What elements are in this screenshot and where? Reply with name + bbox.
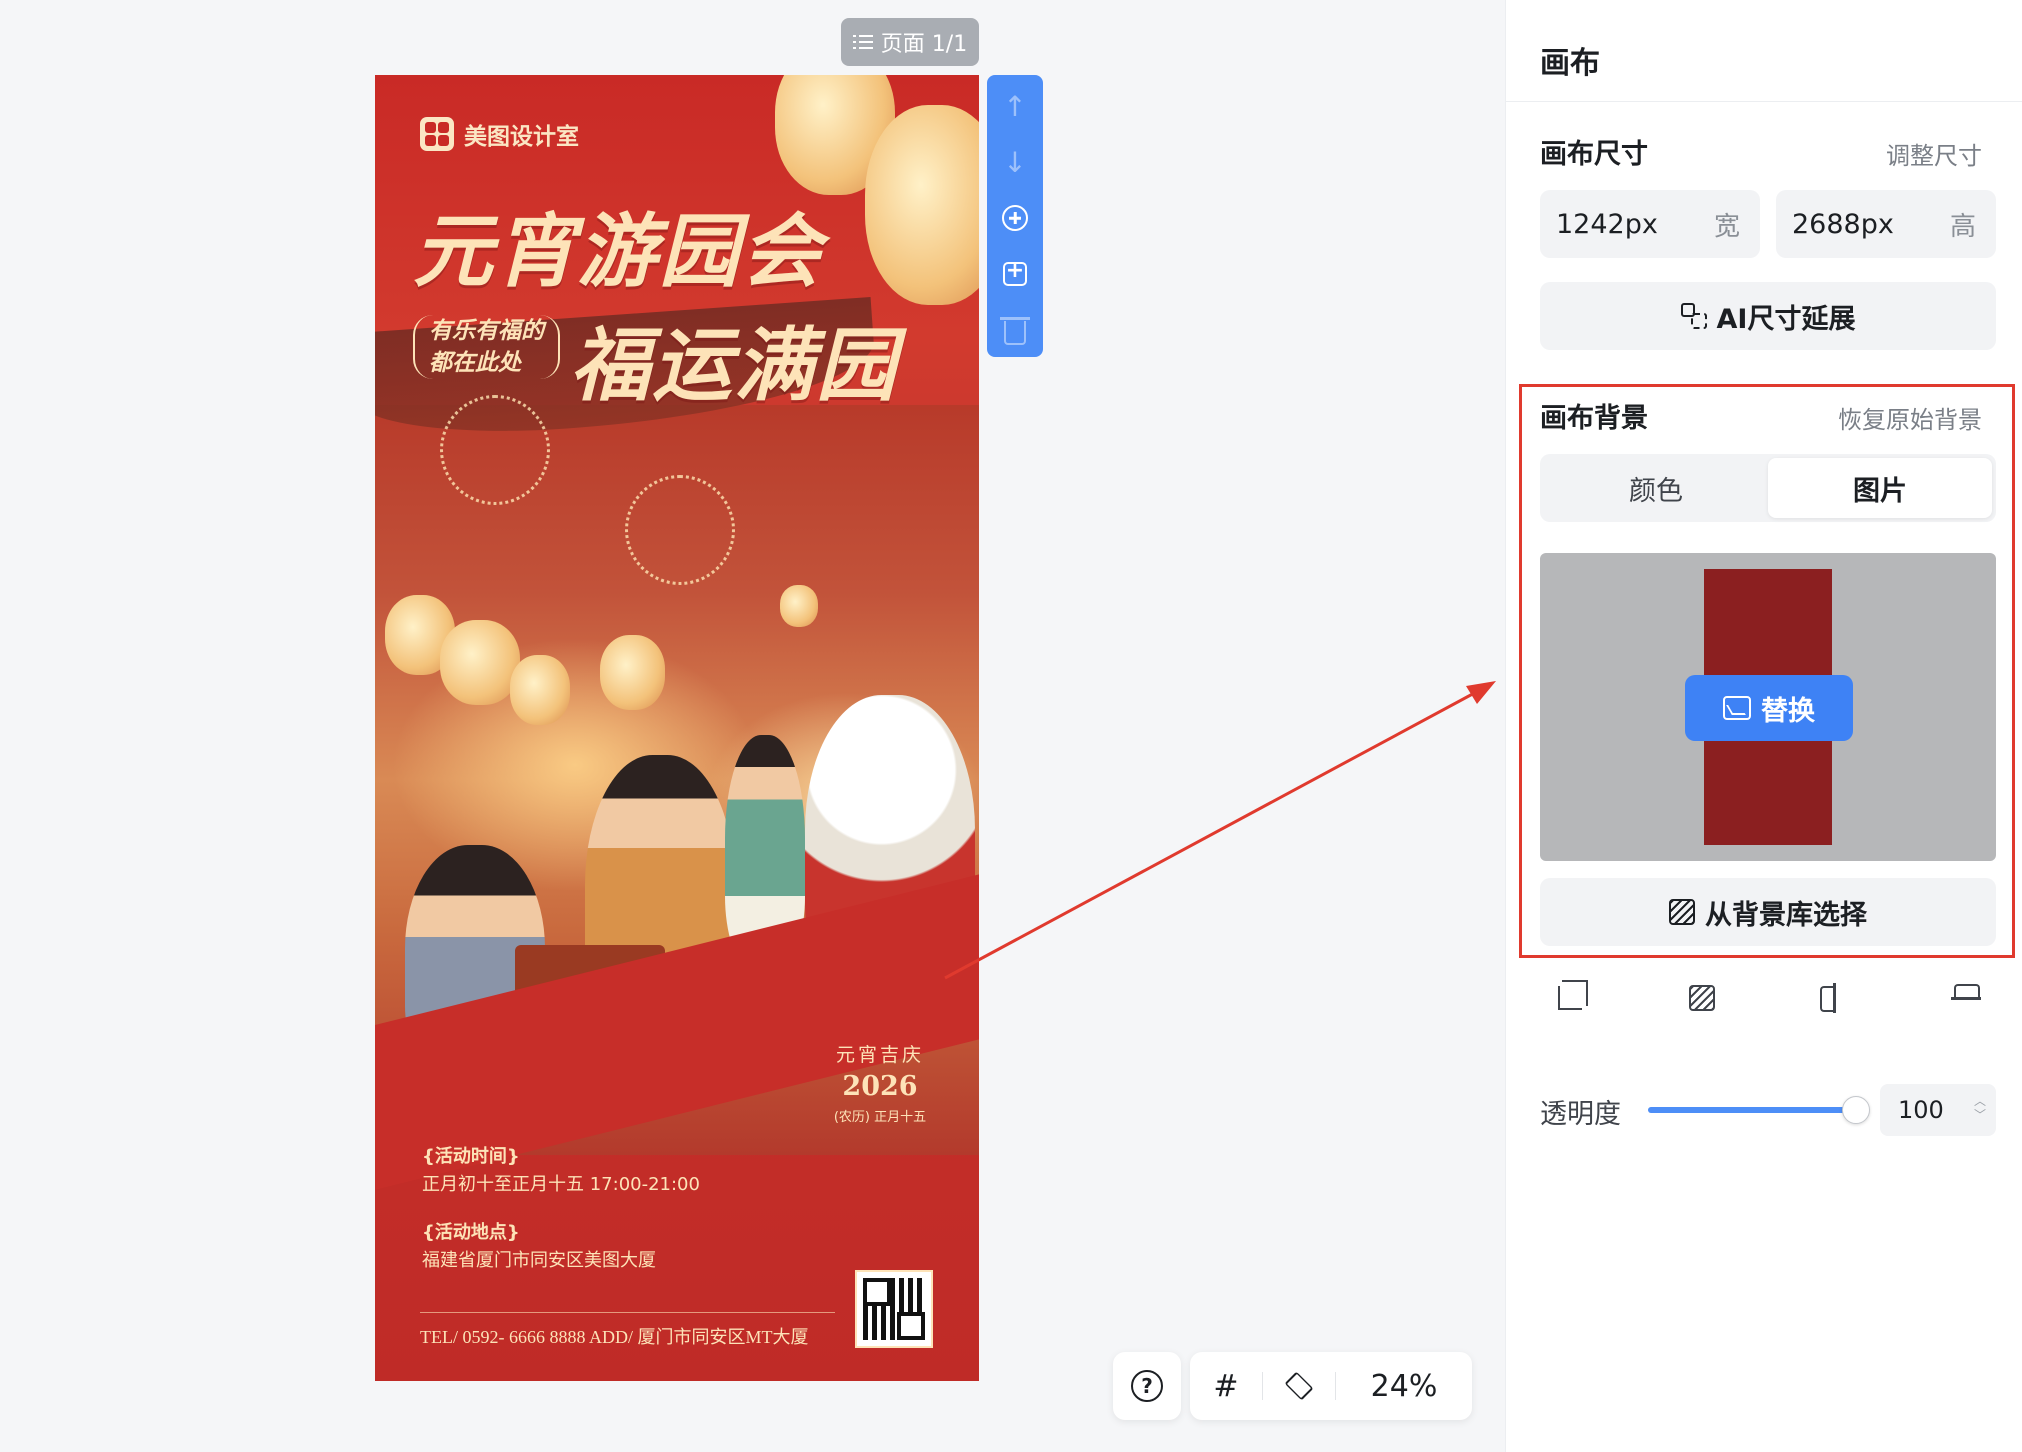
poster-canvas[interactable]: 美图设计室 元宵游园会 有乐有福的 都在此处 福运满园 元宵吉庆 2026 (农… [375, 75, 979, 1381]
texture-button[interactable] [1682, 978, 1722, 1018]
lantern-illustration [780, 585, 818, 627]
poster-title-2: 福运满园 [570, 318, 898, 412]
width-value: 1242px [1556, 208, 1658, 240]
layers-icon [1284, 1371, 1314, 1401]
event-time-heading: {活动时间} [422, 1146, 520, 1167]
opacity-label: 透明度 [1540, 1099, 1621, 1130]
subtitle-line-2: 都在此处 [429, 349, 521, 376]
duplicate-icon[interactable] [995, 253, 1035, 295]
brand-logo: 美图设计室 [420, 117, 579, 151]
zoom-level[interactable]: 24% [1336, 1352, 1472, 1420]
event-time-value: 正月初十至正月十五 17:00-21:00 [422, 1174, 700, 1195]
lantern-illustration [600, 635, 665, 710]
crop-icon [1558, 980, 1588, 1010]
ai-resize-label: AI尺寸延展 [1716, 303, 1856, 335]
opacity-slider-handle[interactable] [1842, 1096, 1870, 1124]
brand-name: 美图设计室 [464, 124, 579, 150]
help-icon: ? [1131, 1370, 1163, 1402]
poster-footer: TEL/ 0592- 6666 8888 ADD/ 厦门市同安区MT大厦 [420, 1327, 809, 1347]
event-place-block: {活动地点} 福建省厦门市同安区美图大厦 [422, 1219, 656, 1275]
event-time-block: {活动时间} 正月初十至正月十五 17:00-21:00 [422, 1143, 700, 1199]
firework-illustration [440, 395, 550, 505]
poster-title: 元宵游园会 [413, 204, 823, 298]
opacity-slider-fill [1648, 1107, 1856, 1113]
lantern-illustration [510, 655, 570, 725]
grid-icon[interactable]: # [1190, 1352, 1262, 1420]
width-field[interactable]: 1242px 宽 [1540, 190, 1760, 258]
brand-icon [420, 117, 454, 151]
ai-resize-button[interactable]: AI尺寸延展 [1540, 282, 1996, 350]
highlight-box [1519, 384, 2015, 958]
trash-icon[interactable] [995, 309, 1035, 351]
festival-year: 2026 [842, 1071, 918, 1102]
texture-icon [1689, 985, 1715, 1011]
resize-link[interactable]: 调整尺寸 [1886, 136, 1982, 171]
image-tools-row [1540, 978, 1996, 1018]
page-indicator[interactable]: 页面 1/1 [841, 18, 979, 66]
firework-illustration [625, 475, 735, 585]
qr-code [855, 1270, 933, 1348]
opacity-value: 100 [1898, 1096, 1944, 1124]
help-button[interactable]: ? [1113, 1352, 1181, 1420]
festival-seal: 元宵吉庆 [835, 1044, 924, 1066]
stepper-icon[interactable]: ︿ ﹀ [1974, 1094, 1986, 1122]
ai-resize-icon [1680, 303, 1707, 329]
poster-subtitle: 有乐有福的 都在此处 [413, 315, 560, 379]
opacity-input[interactable]: 100 ︿ ﹀ [1880, 1084, 1996, 1136]
page-toolbar: ↑ ↓ [987, 75, 1043, 357]
flip-horizontal-button[interactable] [1814, 978, 1854, 1018]
event-place-value: 福建省厦门市同安区美图大厦 [422, 1250, 656, 1271]
opacity-slider[interactable] [1648, 1096, 1870, 1124]
size-section-title: 画布尺寸 [1540, 139, 1648, 170]
height-value: 2688px [1792, 208, 1894, 240]
page-indicator-label: 页面 1/1 [880, 32, 968, 57]
layers-button[interactable] [1263, 1352, 1335, 1420]
width-unit: 宽 [1713, 211, 1740, 242]
height-field[interactable]: 2688px 高 [1776, 190, 1996, 258]
arrow-up-icon[interactable]: ↑ [995, 85, 1035, 127]
subtitle-line-1: 有乐有福的 [429, 317, 544, 344]
festival-date: (农历) 正月十五 [833, 1110, 927, 1125]
add-page-icon[interactable] [995, 197, 1035, 239]
list-icon [852, 33, 873, 51]
flip-vertical-icon [1951, 984, 1981, 1012]
lantern-illustration [865, 105, 979, 305]
event-place-heading: {活动地点} [422, 1222, 520, 1243]
panel-title: 画布 [1540, 46, 1600, 81]
bottom-toolbar: # 24% [1190, 1352, 1472, 1420]
crop-button[interactable] [1550, 978, 1590, 1018]
flip-vertical-button[interactable] [1946, 978, 1986, 1018]
arrow-down-icon[interactable]: ↓ [995, 141, 1035, 183]
height-unit: 高 [1949, 211, 1976, 242]
festival-seal-block: 元宵吉庆 2026 (农历) 正月十五 [815, 1040, 945, 1125]
flip-horizontal-icon [1820, 983, 1848, 1013]
lantern-illustration [440, 620, 520, 705]
panel-divider [1506, 101, 2022, 102]
footer-divider [420, 1312, 835, 1313]
